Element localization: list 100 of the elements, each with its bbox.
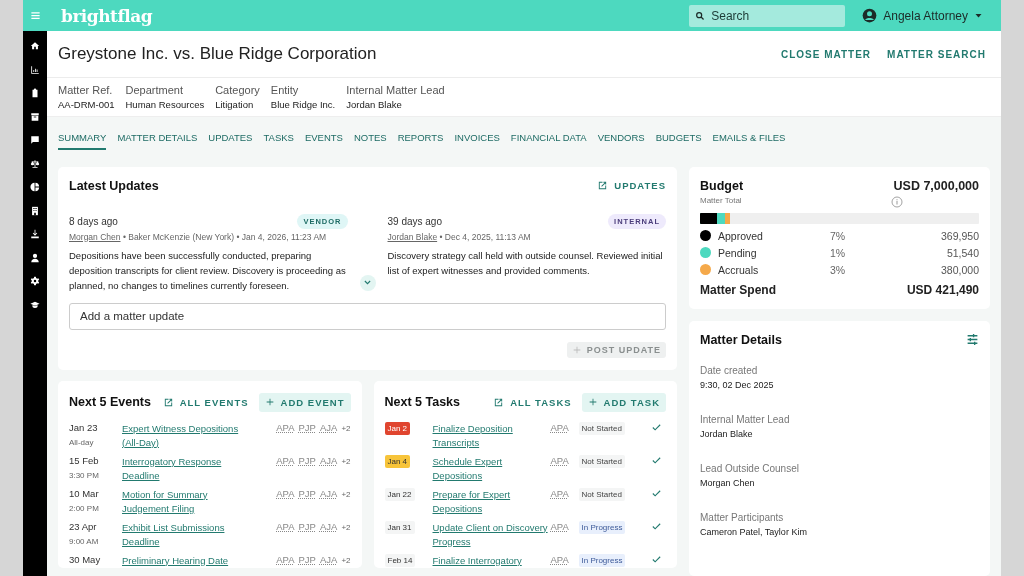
more-count: +2 [341, 522, 351, 532]
status-label: In Progress [578, 520, 626, 534]
user-menu[interactable]: Angela Attorney [862, 8, 983, 23]
logo: brightflag [61, 5, 153, 26]
tab[interactable]: FINANCIAL DATA [510, 127, 587, 151]
sliders-icon [966, 333, 979, 347]
complete-button[interactable] [651, 421, 662, 433]
pie-chart-icon[interactable] [30, 182, 40, 192]
attendee-initials: AJA [319, 421, 338, 433]
attendee-initials: AJA [319, 454, 338, 466]
all-tasks-link[interactable]: ALL TASKS [493, 396, 572, 408]
event-link[interactable]: Interrogatory Response Deadline [122, 454, 254, 483]
due-date: Jan 2 [384, 421, 411, 435]
header-link[interactable]: MATTER SEARCH [887, 48, 986, 60]
search-field[interactable]: Search [689, 4, 846, 27]
attendee-initials: APA [276, 487, 295, 499]
tab[interactable]: EVENTS [304, 127, 343, 151]
building-icon[interactable] [30, 205, 40, 216]
all-events-link[interactable]: ALL EVENTS [162, 396, 249, 408]
card-title: Matter Details [700, 332, 782, 347]
tab[interactable]: EMAILS & FILES [712, 127, 786, 151]
graduation-cap-icon[interactable] [30, 299, 40, 310]
clipboard-icon[interactable] [30, 88, 40, 98]
field-value: Jordan Blake [346, 99, 403, 110]
updates-link[interactable]: UPDATES [597, 180, 666, 192]
legend-amount: 51,540 [946, 246, 979, 259]
external-link-icon [162, 396, 174, 408]
scales-icon[interactable] [30, 158, 40, 169]
task-link[interactable]: Finalize Interrogatory [432, 553, 551, 568]
field-label: Matter Participants [700, 511, 785, 523]
attendee-initials: APA [276, 553, 295, 565]
event-link[interactable]: Exhibit List Submissions Deadline [122, 520, 254, 549]
field-label: Internal Matter Lead [700, 413, 791, 425]
settings-icon[interactable] [30, 276, 40, 286]
tab[interactable]: UPDATES [208, 127, 253, 151]
field-label: Entity [270, 84, 300, 96]
update-input[interactable]: Add a matter update [69, 302, 666, 330]
due-date: Feb 14 [384, 553, 416, 567]
field-value: Morgan Chen [700, 477, 756, 488]
info-icon [891, 195, 903, 208]
attendee-initials: PJP [298, 520, 316, 532]
complete-button[interactable] [651, 553, 662, 565]
field-label: Date created [700, 364, 759, 376]
tab[interactable]: INVOICES [454, 127, 500, 151]
budget-subtitle: Matter Total [700, 195, 743, 205]
settings-button[interactable] [966, 333, 979, 347]
event-link[interactable]: Expert Witness Depositions (All-Day) [122, 421, 254, 450]
field-value: 9:30, 02 Dec 2025 [700, 379, 775, 390]
field-label: Category [215, 84, 260, 96]
complete-button[interactable] [651, 454, 662, 466]
more-count: +2 [341, 555, 351, 565]
check-icon [651, 520, 662, 532]
task-link[interactable]: Schedule Expert Depositions [432, 454, 551, 483]
update-meta: Morgan Chen • Baker McKenzie (New York) • Jan 4, 2026, 11:23 AM [69, 231, 328, 242]
field-value: Litigation [215, 99, 255, 110]
attendee-initials: APA [276, 520, 295, 532]
field-label: Lead Outside Counsel [700, 462, 800, 474]
menu-icon [29, 10, 41, 21]
complete-button[interactable] [651, 520, 662, 532]
assignee-initials: APA [550, 421, 570, 433]
legend-label: Pending [718, 246, 757, 259]
header-link[interactable]: CLOSE MATTER [780, 48, 872, 60]
tab[interactable]: TASKS [263, 127, 294, 151]
legend-label: Accruals [718, 263, 759, 276]
attendee-initials: AJA [319, 553, 338, 565]
person-icon[interactable] [30, 252, 40, 263]
field-label: Matter Ref. [58, 84, 114, 96]
event-link[interactable]: Preliminary Hearing Date [122, 553, 254, 568]
bar-chart-icon[interactable] [30, 64, 40, 75]
event-link[interactable]: Motion for Summary Judgement Filing [122, 487, 254, 516]
task-link[interactable]: Finalize Deposition Transcripts [432, 421, 551, 450]
more-count: +2 [341, 489, 351, 499]
card-title: Next 5 Tasks [384, 395, 460, 410]
card-title: Next 5 Events [69, 395, 151, 410]
tab[interactable]: SUMMARY [58, 127, 107, 151]
spend-label: Matter Spend [700, 282, 776, 297]
home-icon[interactable] [30, 41, 40, 51]
chat-bubble-icon[interactable] [30, 135, 40, 145]
check-icon [651, 487, 662, 499]
tab[interactable]: VENDORS [597, 127, 645, 151]
tab[interactable]: REPORTS [397, 127, 444, 151]
due-date: Jan 31 [384, 520, 415, 534]
event-time: 3:30 PM [69, 470, 100, 480]
task-link[interactable]: Update Client on Discovery Progress [432, 520, 551, 549]
search-icon [695, 10, 706, 21]
archive-box-icon[interactable] [30, 111, 40, 122]
complete-button[interactable] [651, 487, 662, 499]
tab[interactable]: MATTER DETAILS [117, 127, 198, 151]
legend-amount: 380,000 [941, 263, 979, 276]
legend-label: Approved [718, 229, 763, 242]
add-task-button[interactable]: ADD TASK [581, 392, 666, 412]
status-label: Not Started [578, 454, 625, 468]
add-event-button[interactable]: ADD EVENT [258, 392, 351, 412]
tab[interactable]: BUDGETS [655, 127, 702, 151]
field-value: Cameron Patel, Taylor Kim [700, 526, 808, 537]
tab[interactable]: NOTES [353, 127, 387, 151]
update-meta: Jordan Blake • Dec 4, 2025, 11:13 AM [387, 231, 532, 242]
legend-amount: 369,950 [941, 229, 979, 242]
task-link[interactable]: Prepare for Expert Depositions [432, 487, 551, 516]
card-title: Latest Updates [69, 178, 159, 193]
